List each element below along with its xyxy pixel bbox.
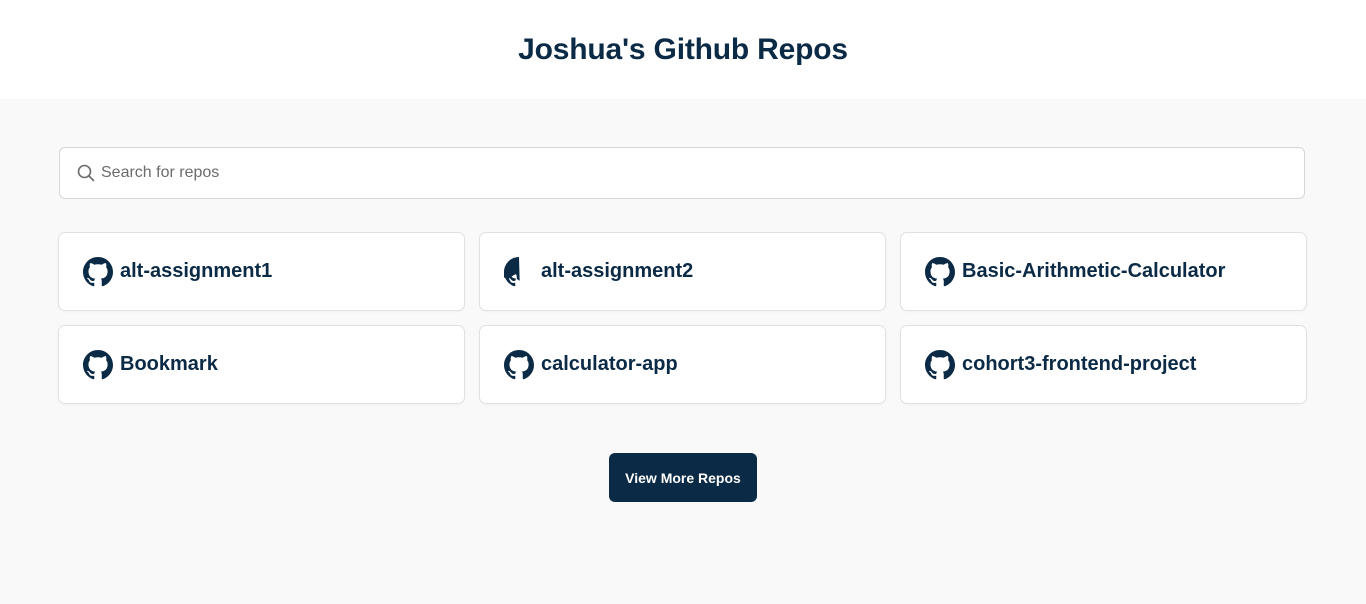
repo-card[interactable]: Basic-Arithmetic-Calculator xyxy=(900,232,1307,311)
github-icon xyxy=(504,256,534,287)
search-input[interactable] xyxy=(101,153,1281,193)
repo-name: cohort3-frontend-project xyxy=(962,353,1197,375)
github-icon xyxy=(925,256,955,287)
github-icon xyxy=(504,349,534,380)
search-box[interactable] xyxy=(59,147,1305,199)
view-more-repos-button[interactable]: View More Repos xyxy=(609,453,757,502)
repo-card[interactable]: alt-assignment1 xyxy=(58,232,465,311)
repo-card[interactable]: calculator-app xyxy=(479,325,886,404)
main-content: alt-assignment1 alt-assignment2 Basic-Ar… xyxy=(0,99,1366,604)
repo-card[interactable]: cohort3-frontend-project xyxy=(900,325,1307,404)
repo-name: Bookmark xyxy=(120,353,218,375)
repo-card[interactable]: Bookmark xyxy=(58,325,465,404)
repo-card[interactable]: alt-assignment2 xyxy=(479,232,886,311)
search-icon xyxy=(77,164,95,182)
page-header: Joshua's Github Repos xyxy=(0,0,1366,99)
repo-name: alt-assignment1 xyxy=(120,260,273,282)
github-icon xyxy=(83,256,113,287)
repo-name: calculator-app xyxy=(541,353,678,375)
repo-name: alt-assignment2 xyxy=(541,260,694,282)
github-icon xyxy=(83,349,113,380)
repo-name: Basic-Arithmetic-Calculator xyxy=(962,260,1226,282)
repo-grid: alt-assignment1 alt-assignment2 Basic-Ar… xyxy=(58,232,1308,404)
github-icon xyxy=(925,349,955,380)
page-title: Joshua's Github Repos xyxy=(518,32,848,66)
